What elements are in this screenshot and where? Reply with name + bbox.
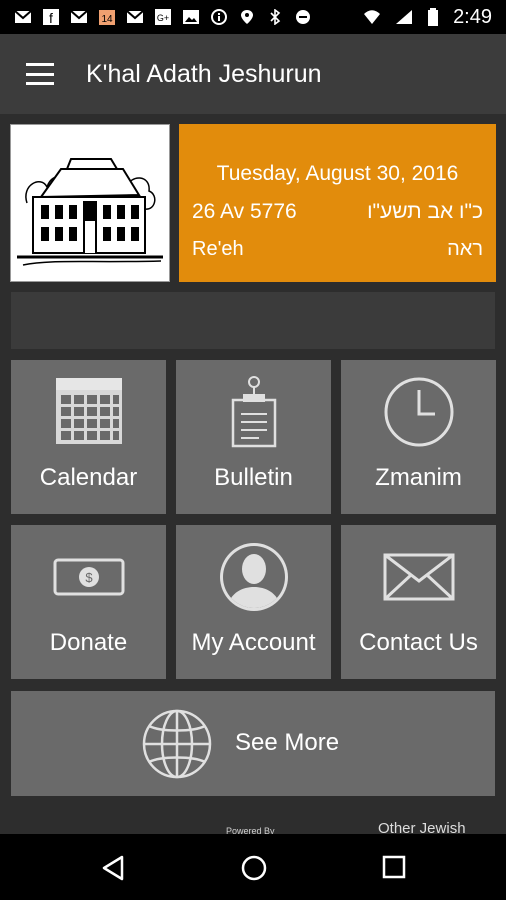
bulletin-label: Bulletin bbox=[214, 464, 293, 491]
home-icon[interactable] bbox=[240, 854, 268, 882]
gregorian-date: Tuesday, August 30, 2016 bbox=[216, 162, 459, 185]
calendar-label: Calendar bbox=[39, 464, 138, 491]
calendar-icon bbox=[55, 378, 122, 444]
dollar-bill-icon: $ bbox=[53, 558, 124, 596]
user-icon bbox=[219, 543, 288, 611]
bulletin-tile[interactable]: Bulletin bbox=[176, 360, 331, 514]
mail-icon bbox=[14, 10, 32, 23]
svg-text:G+: G+ bbox=[157, 13, 169, 23]
clock-icon bbox=[384, 377, 453, 447]
my-account-label: My Account bbox=[191, 629, 316, 656]
hebrew-date: 26 Av 5776 bbox=[192, 200, 297, 223]
facebook-icon: f bbox=[43, 9, 59, 25]
bluetooth-icon bbox=[270, 9, 281, 25]
donate-label: Donate bbox=[49, 629, 128, 656]
menu-icon[interactable] bbox=[26, 63, 54, 85]
contact-us-tile[interactable]: Contact Us bbox=[341, 525, 496, 679]
contact-us-label: Contact Us bbox=[359, 629, 478, 656]
location-icon bbox=[241, 10, 253, 24]
info-icon bbox=[211, 9, 227, 25]
status-bar: f 14 G+ 2:49 bbox=[0, 0, 506, 34]
globe-icon bbox=[142, 709, 212, 779]
banner-area bbox=[11, 292, 495, 349]
wifi-icon bbox=[364, 10, 381, 24]
gmail-icon bbox=[126, 10, 144, 23]
navigation-bar bbox=[0, 834, 506, 900]
signal-icon bbox=[396, 10, 413, 24]
see-more-tile[interactable]: See More bbox=[11, 691, 495, 796]
donate-tile[interactable]: $ Donate bbox=[11, 525, 166, 679]
synagogue-building-icon bbox=[11, 125, 169, 281]
battery-icon bbox=[428, 8, 439, 26]
parsha: Re'eh bbox=[192, 238, 244, 260]
clock: 2:49 bbox=[453, 5, 492, 28]
zmanim-label: Zmanim bbox=[375, 464, 462, 491]
svg-text:f: f bbox=[49, 10, 53, 25]
clipboard-icon bbox=[231, 376, 276, 448]
google-plus-icon: G+ bbox=[155, 9, 171, 25]
image-icon bbox=[183, 10, 199, 24]
zmanim-tile[interactable]: Zmanim bbox=[341, 360, 496, 514]
synagogue-logo bbox=[10, 124, 170, 282]
back-icon[interactable] bbox=[101, 855, 125, 881]
svg-text:$: $ bbox=[85, 570, 93, 585]
calendar-icon: 14 bbox=[99, 10, 115, 25]
app-bar: K'hal Adath Jeshurun bbox=[0, 34, 506, 114]
home-content: Tuesday, August 30, 2016 26 Av 5776 כ"ו … bbox=[0, 114, 506, 837]
calendar-tile[interactable]: Calendar bbox=[11, 360, 166, 514]
recents-icon[interactable] bbox=[382, 855, 406, 879]
date-card: Tuesday, August 30, 2016 26 Av 5776 כ"ו … bbox=[179, 124, 496, 282]
email-icon bbox=[70, 10, 88, 23]
svg-text:14: 14 bbox=[101, 14, 113, 25]
parsha-hebrew: ראה bbox=[447, 238, 483, 260]
do-not-disturb-icon bbox=[296, 10, 310, 24]
app-title: K'hal Adath Jeshurun bbox=[86, 59, 322, 88]
my-account-tile[interactable]: My Account bbox=[176, 525, 331, 679]
hebrew-date-hebrew: כ"ו אב תשע"ו bbox=[367, 200, 483, 223]
see-more-label: See More bbox=[235, 729, 340, 756]
envelope-icon bbox=[383, 553, 454, 601]
